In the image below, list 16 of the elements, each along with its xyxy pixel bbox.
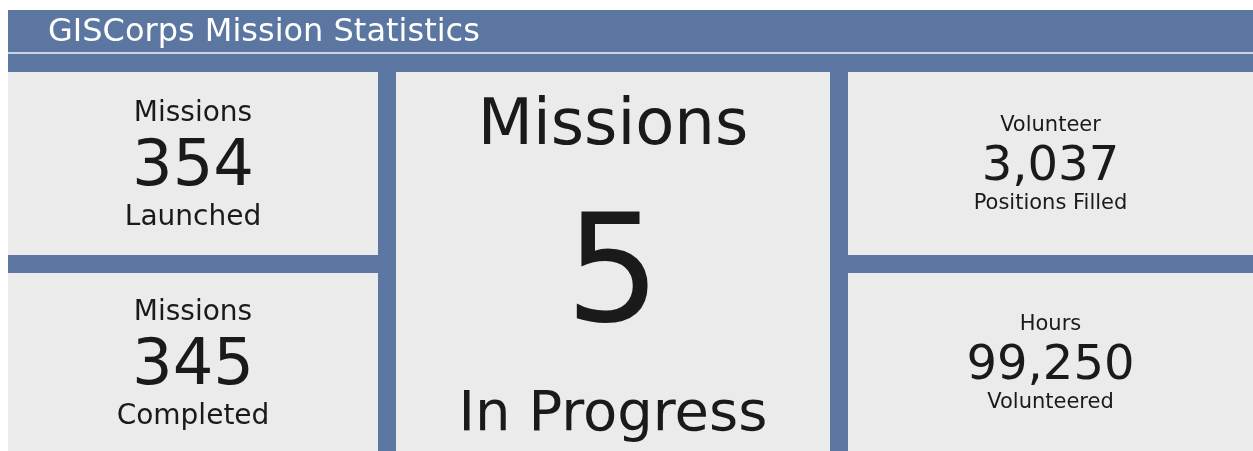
stat-label: Volunteer [1000,111,1101,138]
stat-label: Volunteered [987,388,1114,415]
stat-label: Launched [124,198,262,233]
stat-value: 345 [131,327,255,398]
stat-value: 5 [565,193,661,344]
stat-value: 99,250 [966,336,1135,389]
stat-value: 354 [131,128,255,199]
stat-label: Missions [133,293,253,328]
stat-value: 3,037 [981,137,1120,190]
stat-label: Positions Filled [973,189,1128,216]
dashboard-title: GISCorps Mission Statistics [48,11,480,49]
stat-label: Missions [477,84,749,161]
stat-label: In Progress [458,376,768,444]
stat-label: Completed [116,397,270,432]
stat-label: Missions [133,94,253,129]
stat-label: Hours [1019,310,1082,337]
